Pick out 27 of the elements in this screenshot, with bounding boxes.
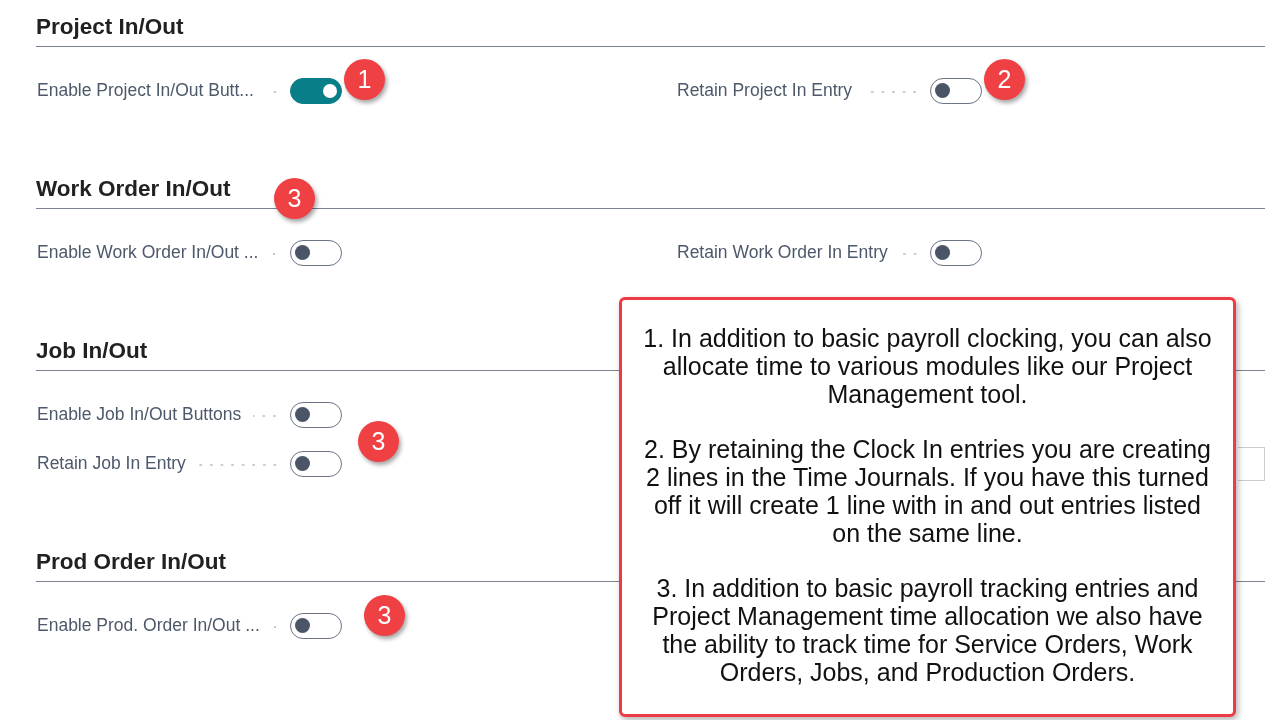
field-label: Retain Job In Entry xyxy=(37,452,186,476)
input-field[interactable] xyxy=(1238,446,1265,481)
number-badge: 3 xyxy=(364,595,405,636)
number-badge: 2 xyxy=(984,59,1025,100)
toggle-switch[interactable] xyxy=(290,450,342,477)
section-heading: Project In/Out xyxy=(36,14,184,39)
toggle-switch[interactable] xyxy=(290,239,342,266)
section-heading: Work Order In/Out xyxy=(36,176,231,201)
section-heading: Job In/Out xyxy=(36,338,148,363)
section-heading: Prod Order In/Out xyxy=(36,549,226,574)
field-label: Enable Job In/Out Buttons xyxy=(37,403,242,427)
toggle-switch[interactable] xyxy=(290,612,342,639)
toggle-switch[interactable] xyxy=(290,401,342,428)
callout-text: 1. In addition to basic payroll clocking, you can also allocate time to various modules like our Project Management tool. xyxy=(642,325,1213,409)
field-label: Retain Work Order In Entry xyxy=(677,241,888,265)
field-label: Retain Project In Entry xyxy=(677,79,853,103)
toggle-switch[interactable] xyxy=(930,239,982,266)
toggle-switch[interactable] xyxy=(290,77,342,104)
number-badge: 3 xyxy=(358,421,399,462)
callout-text: 2. By retaining the Clock In entries you are creating 2 lines in the Time Journals. If you have this turned off it will create 1 line with in and out entries listed on the same line. xyxy=(643,436,1212,548)
number-badge: 3 xyxy=(274,178,315,219)
field-label: Enable Project In/Out Butt... xyxy=(37,79,254,103)
field-label: Enable Work Order In/Out ... xyxy=(37,241,259,265)
field-label: Enable Prod. Order In/Out ... xyxy=(37,614,260,638)
toggle-switch[interactable] xyxy=(930,77,982,104)
number-badge: 1 xyxy=(344,59,385,100)
callout-text: 3. In addition to basic payroll tracking entries and Project Management time allocation we also have the ability to track time for Service Orders, Work Orders, Jobs, and Production Orders. xyxy=(651,575,1204,687)
